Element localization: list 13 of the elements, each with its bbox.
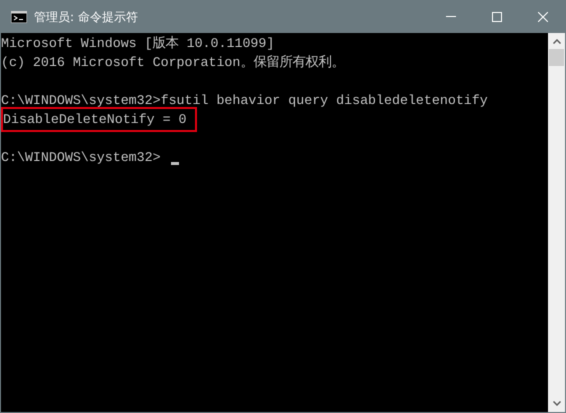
console-icon: [11, 10, 27, 22]
maximize-icon: [492, 12, 502, 22]
scroll-up-icon: [552, 39, 560, 44]
console-line: C:\WINDOWS\system32>: [0, 149, 162, 167]
console-line: (c) 2016 Microsoft Corporation。保留所有权利。: [0, 54, 346, 72]
console-line: C:\WINDOWS\system32>fsutil behavior query disabledeletenotify: [0, 92, 489, 110]
scrollbar[interactable]: [548, 33, 565, 412]
minimize-icon: [446, 16, 456, 17]
close-icon: [538, 12, 548, 22]
console-line: Microsoft Windows [版本 10.0.11099]: [0, 34, 276, 53]
scrollbar-thumb[interactable]: [549, 49, 564, 66]
window-title: 管理员: 命令提示符: [34, 8, 138, 26]
scroll-down-icon: [552, 401, 560, 406]
